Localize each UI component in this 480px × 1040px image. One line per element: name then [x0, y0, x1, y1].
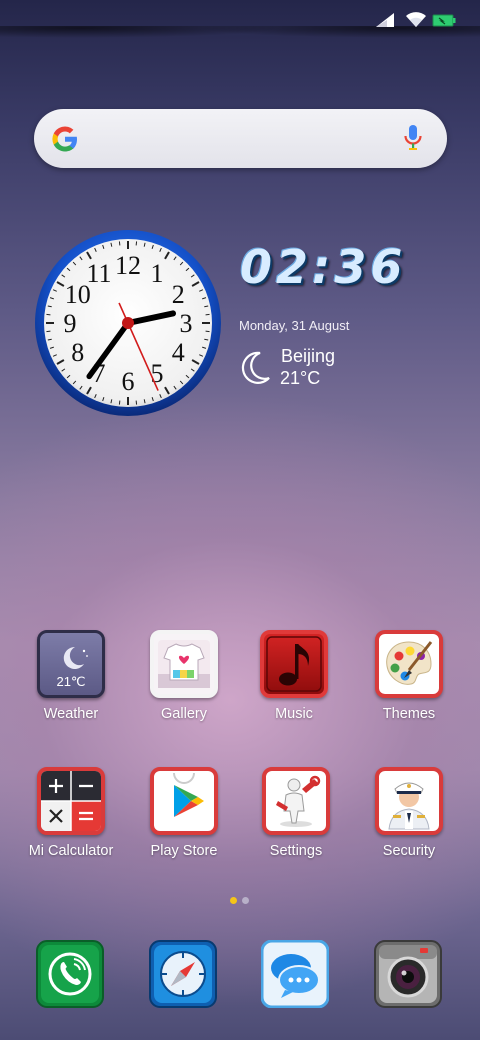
page-dot-active[interactable]: [230, 897, 237, 904]
app-label-weather: Weather: [43, 706, 99, 722]
app-label-mi-calculator: Mi Calculator: [28, 843, 114, 859]
weather-city: Beijing: [281, 346, 336, 366]
app-label-themes: Themes: [382, 706, 436, 722]
play-store-icon: [150, 767, 218, 835]
mic-icon[interactable]: [403, 124, 423, 152]
digital-clock-time[interactable]: 02:36: [240, 240, 410, 300]
status-bar-shadow: [0, 26, 480, 40]
clock-number: 3: [180, 309, 193, 338]
page-dot[interactable]: [242, 897, 249, 904]
camera-icon: [374, 940, 442, 1008]
google-g-icon: [52, 126, 77, 152]
app-music[interactable]: Music: [238, 630, 350, 740]
wifi-icon: [406, 12, 426, 27]
signal-icon: [376, 13, 394, 27]
battery-icon: [432, 14, 456, 27]
clock-number: 6: [122, 367, 135, 396]
clock-number: 4: [172, 338, 185, 367]
clock-center-pin: [122, 317, 134, 329]
themes-icon: [375, 630, 443, 698]
browser-icon: [149, 940, 217, 1008]
page-indicator: [230, 897, 254, 905]
messages-icon: [260, 939, 330, 1009]
app-gallery[interactable]: Gallery: [128, 630, 240, 740]
settings-icon: [262, 767, 330, 835]
dock-camera[interactable]: [374, 940, 442, 1010]
status-bar: [0, 0, 480, 40]
clock-number: 9: [64, 309, 77, 338]
clock-number: 2: [172, 280, 185, 309]
app-mi-calculator[interactable]: Mi Calculator: [15, 767, 127, 877]
app-play-store[interactable]: Play Store: [128, 767, 240, 877]
music-icon: [260, 630, 328, 698]
dock-phone[interactable]: [36, 940, 104, 1010]
security-icon: [375, 767, 443, 835]
app-label-settings: Settings: [269, 843, 323, 859]
app-label-play-store: Play Store: [150, 843, 218, 859]
date-label[interactable]: Monday, 31 August: [239, 318, 349, 333]
app-weather[interactable]: 21℃ Weather: [15, 630, 127, 740]
weather-app-temp: 21℃: [56, 674, 86, 689]
phone-icon: [36, 940, 104, 1008]
google-search-bar[interactable]: [34, 109, 447, 168]
app-security[interactable]: Security: [353, 767, 465, 877]
clock-number: 5: [151, 359, 164, 388]
clock-number: 11: [86, 259, 111, 288]
moon-icon: [241, 351, 270, 384]
weather-widget[interactable]: Beijing 21°C: [238, 346, 378, 392]
app-label-music: Music: [275, 706, 313, 722]
app-themes[interactable]: Themes: [353, 630, 465, 740]
dock-messages[interactable]: [260, 939, 330, 1010]
app-label-gallery: Gallery: [161, 706, 207, 722]
gallery-icon: [150, 630, 218, 698]
clock-number: 12: [115, 251, 141, 280]
weather-temperature: 21°C: [280, 368, 321, 388]
calculator-icon: [37, 767, 105, 835]
clock-number: 8: [71, 338, 84, 367]
dock-browser[interactable]: [149, 940, 217, 1010]
weather-icon: 21℃: [37, 630, 105, 698]
app-label-security: Security: [382, 843, 436, 859]
clock-number: 1: [151, 259, 164, 288]
analog-clock[interactable]: 12 1234567891011: [34, 229, 222, 417]
app-settings[interactable]: Settings: [240, 767, 352, 877]
